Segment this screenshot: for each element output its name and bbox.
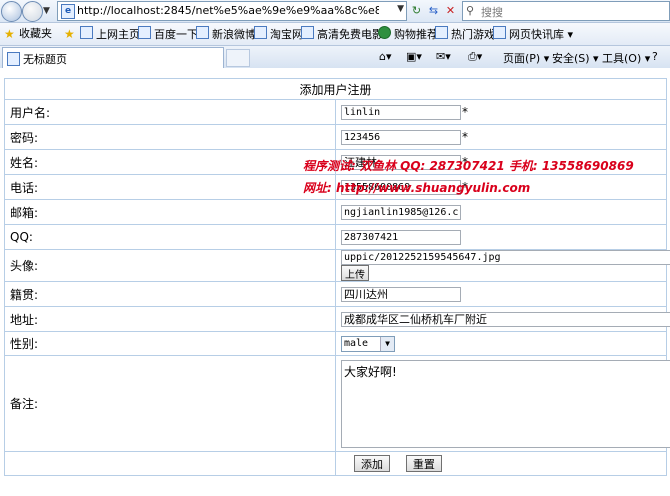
hometown-input[interactable] — [341, 286, 461, 302]
email-label: 邮箱: — [4, 199, 336, 225]
address-label: 地址: — [4, 306, 336, 332]
page-icon — [435, 26, 448, 39]
favorite-link-shopping[interactable]: 购物推荐 — [378, 26, 438, 42]
mail-icon[interactable]: ✉▾ — [436, 50, 451, 63]
forward-button[interactable] — [22, 1, 43, 22]
favorite-link-movies[interactable]: 高清免费电影 — [301, 26, 383, 42]
new-tab-button[interactable] — [226, 49, 250, 67]
url-input[interactable]: e http://localhost:2845/net%e5%ae%9e%e9%… — [57, 1, 407, 21]
help-icon[interactable]: ? — [652, 50, 658, 63]
favorite-link-baidu[interactable]: 百度一下 — [138, 26, 198, 42]
username-input[interactable] — [341, 104, 461, 120]
stop-icon[interactable]: ✕ — [443, 3, 458, 18]
favorites-button[interactable]: 收藏夹 — [19, 26, 52, 42]
qq-input[interactable] — [341, 229, 461, 245]
email-input[interactable] — [341, 204, 461, 220]
url-dropdown-icon[interactable]: ▼ — [397, 4, 404, 14]
compatibility-icon[interactable]: ⇆ — [426, 3, 441, 18]
password-input[interactable] — [341, 129, 461, 145]
favorite-link-homepage[interactable]: 上网主页 — [80, 26, 140, 42]
address-input[interactable] — [341, 311, 670, 327]
required-mark: * — [462, 105, 468, 119]
recent-pages-dropdown-icon[interactable]: ▼ — [43, 6, 50, 16]
add-favorite-icon[interactable]: ★ — [64, 27, 75, 41]
feeds-icon[interactable]: ▣▾ — [406, 50, 422, 63]
page-icon: e — [61, 4, 75, 19]
page-icon — [254, 26, 267, 39]
page-icon — [493, 26, 506, 39]
phone-label: 电话: — [4, 174, 336, 200]
page-menu[interactable]: 页面(P) ▾ — [503, 50, 549, 66]
page-icon — [7, 52, 20, 66]
gender-label: 性别: — [4, 331, 336, 356]
author-website-annotation: 网址: http://www.shuangyulin.com — [303, 181, 531, 195]
reset-button[interactable]: 重置 — [405, 455, 442, 472]
search-input[interactable]: ⚲ 搜搜 — [462, 1, 670, 21]
tools-menu[interactable]: 工具(O) ▾ — [602, 50, 650, 66]
tab-current[interactable]: 无标题页 — [2, 47, 224, 68]
qq-label: QQ: — [4, 224, 336, 250]
chevron-down-icon: ▼ — [380, 336, 394, 351]
favorite-link-taobao[interactable]: 淘宝网 — [254, 26, 303, 42]
avatar-label: 头像: — [4, 249, 336, 282]
name-label: 姓名: — [4, 149, 336, 175]
tab-title: 无标题页 — [23, 53, 67, 66]
username-label: 用户名: — [4, 99, 336, 125]
globe-icon — [378, 26, 391, 39]
memo-label: 备注: — [4, 355, 336, 452]
password-label: 密码: — [4, 124, 336, 150]
add-button[interactable]: 添加 — [354, 455, 390, 472]
registration-form: 添加用户注册 用户名: * 密码: * 姓名: * 电话: * 邮箱: QQ: … — [4, 78, 670, 476]
favorites-bar: ★ 收藏夹 ★ 上网主页 百度一下 新浪微博 淘宝网 高清免费电影 购物推荐 热… — [0, 23, 670, 46]
page-icon — [138, 26, 151, 39]
page-icon — [301, 26, 314, 39]
upload-button[interactable]: 上传 — [341, 265, 369, 281]
search-placeholder: 搜搜 — [481, 6, 503, 19]
search-icon: ⚲ — [466, 4, 475, 17]
print-icon[interactable]: ⎙▾ — [468, 50, 482, 64]
hometown-label: 籍贯: — [4, 281, 336, 307]
gender-value: male — [344, 337, 369, 349]
page-icon — [80, 26, 93, 39]
home-icon[interactable]: ⌂▾ — [379, 50, 392, 63]
gender-select[interactable]: male ▼ — [341, 335, 395, 352]
tab-row: 无标题页 ⌂▾ ▣▾ ✉▾ ⎙▾ 页面(P) ▾ 安全(S) ▾ 工具(O) ▾… — [0, 46, 670, 68]
address-bar-row: ▼ e http://localhost:2845/net%e5%ae%9e%e… — [0, 0, 670, 23]
required-mark: * — [462, 130, 468, 144]
favorites-star-icon: ★ — [4, 27, 15, 41]
safety-menu[interactable]: 安全(S) ▾ — [552, 50, 599, 66]
favorite-link-games[interactable]: 热门游戏 — [435, 26, 495, 42]
refresh-icon[interactable]: ↻ — [409, 3, 424, 18]
buttons-spacer — [4, 451, 336, 476]
author-contact-annotation: 程序测试: 双鱼林 QQ: 287307421 手机: 13558690869 — [303, 159, 634, 173]
web-slice-gallery[interactable]: 网页快讯库 ▾ — [493, 26, 573, 42]
form-title: 添加用户注册 — [4, 78, 667, 100]
page-icon — [196, 26, 209, 39]
favorite-link-weibo[interactable]: 新浪微博 — [196, 26, 256, 42]
url-text: http://localhost:2845/net%e5%ae%9e%e9%aa… — [77, 4, 379, 17]
back-button[interactable] — [1, 1, 22, 22]
avatar-path-input[interactable] — [341, 250, 670, 265]
memo-textarea[interactable]: 大家好啊! — [341, 359, 670, 448]
